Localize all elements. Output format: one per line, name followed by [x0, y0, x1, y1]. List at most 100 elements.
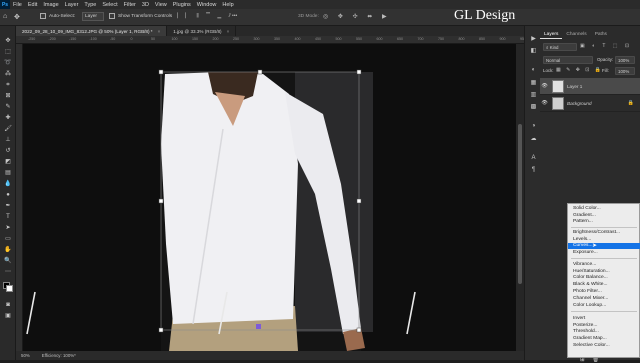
menu-item-vibrance[interactable]: Vibrance... [568, 261, 640, 268]
menu-view[interactable]: View [152, 2, 170, 8]
color-panel-icon[interactable]: ◐ [529, 66, 538, 74]
menu-item-curves[interactable]: Curves... [568, 242, 640, 250]
menu-filter[interactable]: Filter [121, 2, 139, 8]
layer-name[interactable]: Layer 1 [567, 84, 582, 89]
auto-select-dropdown[interactable]: Layer [82, 12, 104, 21]
layer-row-background[interactable]: 👁 Background 🔒 [540, 95, 640, 112]
gradient-tool-icon[interactable]: ▤ [3, 169, 13, 176]
menu-help[interactable]: Help [219, 2, 236, 8]
layer-filter-dropdown[interactable]: ⌕ Kind [543, 43, 577, 51]
menu-item-levels[interactable]: Levels... [568, 236, 640, 243]
3d-mode-icons[interactable]: ◎ ✥ ✣ ⬌ ▶ [323, 13, 391, 20]
menu-image[interactable]: Image [40, 2, 61, 8]
move-tool-icon[interactable]: ✥ [3, 37, 13, 44]
transform-handle[interactable] [158, 327, 164, 333]
transform-handle[interactable] [158, 69, 164, 75]
transform-handle[interactable] [257, 69, 263, 75]
menu-item-pattern[interactable]: Pattern... [568, 219, 640, 226]
document-info[interactable]: Efficiency: 100%* [42, 353, 76, 358]
menu-item-posterize[interactable]: Posterize... [568, 322, 640, 329]
menu-item-gradient-map[interactable]: Gradient Map... [568, 335, 640, 342]
move-tool-icon[interactable]: ✥ [14, 13, 20, 21]
brush-tool-icon[interactable]: 🖌 [3, 125, 13, 132]
libraries-panel-icon[interactable]: ☁ [529, 134, 538, 142]
menu-3d[interactable]: 3D [139, 2, 152, 8]
dodge-tool-icon[interactable]: ● [3, 191, 13, 198]
blend-mode-dropdown[interactable]: Normal [543, 56, 593, 64]
quick-select-tool-icon[interactable]: ⁂ [3, 70, 13, 77]
auto-select-checkbox[interactable] [40, 13, 46, 19]
scrollbar-thumb[interactable] [518, 124, 522, 284]
more-options-icon[interactable]: ••• [232, 13, 237, 19]
more-tools-icon[interactable]: ⋯ [3, 268, 13, 275]
eye-icon[interactable]: 👁 [540, 100, 549, 106]
lock-icons[interactable]: ▦ ✎ ✥ ⊡ 🔒 [556, 67, 603, 73]
layer-name[interactable]: Background [567, 101, 592, 106]
paragraph-panel-icon[interactable]: ¶ [529, 166, 538, 174]
canvas[interactable] [23, 44, 524, 351]
type-tool-icon[interactable]: T [3, 213, 13, 220]
pen-tool-icon[interactable]: ✒ [3, 202, 13, 209]
menu-item-color-lookup[interactable]: Color Lookup... [568, 302, 640, 309]
history-brush-tool-icon[interactable]: ↺ [3, 147, 13, 154]
character-panel-icon[interactable]: A [529, 154, 538, 162]
menu-item-color-balance[interactable]: Color Balance... [568, 275, 640, 282]
menu-item-channel-mixer[interactable]: Channel Mixer... [568, 295, 640, 302]
tab-channels[interactable]: Channels [562, 30, 590, 39]
eye-icon[interactable]: 👁 [540, 83, 549, 89]
tab-layers[interactable]: Layers [540, 30, 563, 39]
screen-mode-icon[interactable]: ▣ [3, 312, 13, 319]
healing-brush-tool-icon[interactable]: ✚ [3, 114, 13, 121]
menu-select[interactable]: Select [99, 2, 120, 8]
document-tab-active[interactable]: 2022_09_28_10_09_IMG_8312.JPG @ 50% (Lay… [16, 26, 168, 36]
menu-item-brightness-contrast[interactable]: Brightness/Contrast... [568, 229, 640, 236]
blur-tool-icon[interactable]: 💧 [3, 180, 13, 187]
menu-item-selective-color[interactable]: Selective Color... [568, 342, 640, 349]
adjustments-panel-icon[interactable]: ◑ [529, 122, 538, 130]
layer-row-layer-1[interactable]: 👁 Layer 1 [540, 78, 640, 95]
swatches-panel-icon[interactable]: ▦ [529, 78, 538, 86]
clone-stamp-tool-icon[interactable]: ⊥ [3, 136, 13, 143]
menu-edit[interactable]: Edit [25, 2, 40, 8]
history-panel-icon[interactable]: ▶ [529, 34, 538, 42]
menu-plugins[interactable]: Plugins [170, 2, 194, 8]
menu-file[interactable]: File [10, 2, 25, 8]
close-tab-icon[interactable]: × [227, 29, 230, 34]
crop-tool-icon[interactable]: ⌗ [3, 81, 13, 88]
layer-filter-icons[interactable]: ▣ ◐ T ⬚ ⊡ [580, 43, 632, 49]
frame-tool-icon[interactable]: ⊠ [3, 92, 13, 99]
opacity-input[interactable]: 100% [615, 56, 635, 64]
gradients-panel-icon[interactable]: ▥ [529, 90, 538, 98]
menu-item-black-white[interactable]: Black & White... [568, 281, 640, 288]
fill-input[interactable]: 100% [615, 67, 635, 75]
hand-tool-icon[interactable]: ✋ [3, 246, 13, 253]
transform-handle[interactable] [158, 198, 164, 204]
menu-item-exposure[interactable]: Exposure... [568, 249, 640, 256]
path-selection-tool-icon[interactable]: ➤ [3, 224, 13, 231]
eraser-tool-icon[interactable]: ◩ [3, 158, 13, 165]
menu-item-invert[interactable]: Invert [568, 315, 640, 322]
close-tab-icon[interactable]: × [158, 29, 161, 34]
menu-item-solid-color[interactable]: Solid Color... [568, 205, 640, 212]
lasso-tool-icon[interactable]: ➰ [3, 59, 13, 66]
marquee-tool-icon[interactable]: ⬚ [3, 48, 13, 55]
eyedropper-tool-icon[interactable]: ✎ [3, 103, 13, 110]
zoom-tool-icon[interactable]: 🔍 [3, 257, 13, 264]
transform-handle[interactable] [356, 69, 362, 75]
menu-item-gradient[interactable]: Gradient... [568, 212, 640, 219]
vertical-scrollbar[interactable] [516, 44, 524, 351]
transform-center-marker[interactable] [256, 324, 261, 329]
quick-mask-icon[interactable]: ◙ [3, 301, 13, 308]
rectangle-tool-icon[interactable]: ▭ [3, 235, 13, 242]
menu-layer[interactable]: Layer [62, 2, 82, 8]
transform-handle[interactable] [356, 327, 362, 333]
tab-paths[interactable]: Paths [591, 30, 611, 39]
document-tab[interactable]: 1.jpg @ 33.3% (RGB/8) × [167, 26, 237, 36]
background-color-swatch[interactable] [6, 285, 13, 292]
menu-item-hue-saturation[interactable]: Hue/Saturation... [568, 268, 640, 275]
menu-type[interactable]: Type [81, 2, 99, 8]
properties-panel-icon[interactable]: ◧ [529, 46, 538, 54]
menu-item-photo-filter[interactable]: Photo Filter... [568, 288, 640, 295]
transform-handle[interactable] [356, 198, 362, 204]
align-icons[interactable]: ▕ ▏ ⫼ ▔ ▁ ⫽ [174, 13, 234, 19]
